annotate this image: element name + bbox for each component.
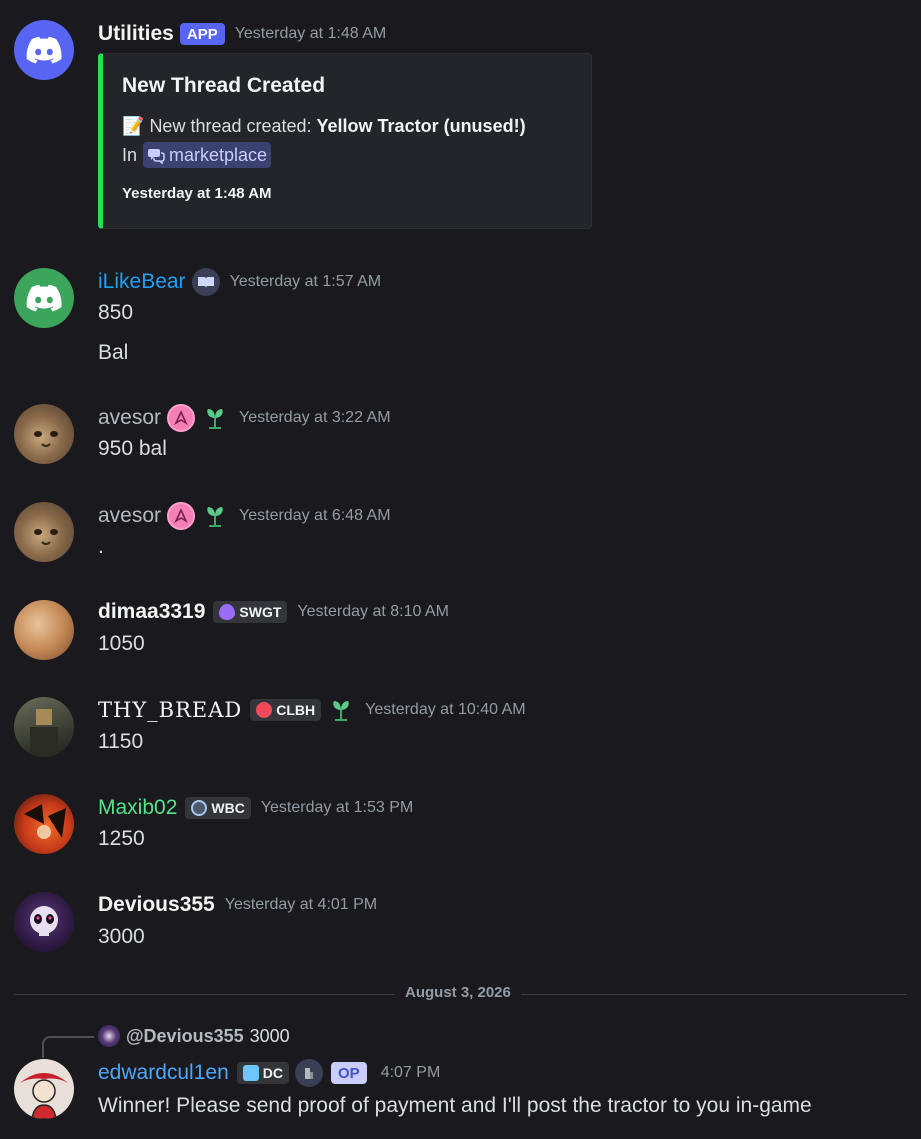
guild-tag[interactable]: SWGT	[213, 601, 288, 623]
moon-icon	[191, 800, 208, 816]
forum-channel-icon	[148, 149, 165, 164]
embed-description: 📝 New thread created: Yellow Tractor (un…	[122, 116, 526, 137]
message-text: .	[98, 535, 104, 558]
message-header: THY_BREAD CLBH Yesterday at 10:40 AM	[98, 696, 526, 724]
avatar[interactable]	[14, 794, 74, 854]
plant-role-icon	[327, 696, 355, 724]
reply-username[interactable]: @Devious355	[126, 1026, 244, 1047]
username[interactable]: dimaa3319	[98, 600, 205, 624]
reply-connector	[42, 1036, 94, 1058]
message-header: Maxib02 WBC Yesterday at 1:53 PM	[98, 794, 413, 822]
date-divider-label: August 3, 2026	[395, 984, 521, 1001]
app-badge: APP	[179, 23, 225, 45]
message-header: avesor Yesterday at 6:48 AM	[98, 502, 391, 530]
anime-avatar-icon	[24, 804, 66, 839]
boost-role-icon	[167, 502, 196, 530]
message-text: Winner! Please send proof of payment and…	[98, 1094, 812, 1117]
username[interactable]: Utilities	[98, 22, 174, 46]
message-text: 1150	[98, 730, 144, 753]
message-header: Utilities APP Yesterday at 1:48 AM	[98, 20, 386, 48]
reply-avatar	[98, 1025, 120, 1047]
username[interactable]: avesor	[98, 504, 161, 528]
thread-name: Yellow Tractor (unused!)	[316, 116, 526, 136]
message-text: 1250	[98, 827, 145, 850]
message-header: dimaa3319 SWGT Yesterday at 8:10 AM	[98, 598, 449, 626]
guild-tag-label: SWGT	[239, 604, 282, 620]
flame-icon	[219, 604, 236, 620]
discord-logo-icon	[26, 284, 62, 312]
memo-emoji-icon: 📝	[122, 116, 145, 136]
drawn-person-avatar-icon	[20, 1073, 68, 1119]
avatar[interactable]	[14, 502, 74, 562]
message-header: avesor Yesterday at 3:22 AM	[98, 404, 391, 432]
avatar[interactable]	[14, 1059, 74, 1119]
username[interactable]: Devious355	[98, 893, 215, 917]
book-role-icon	[191, 268, 220, 296]
embed-channel-line: In marketplace	[122, 142, 272, 168]
avatar[interactable]	[14, 268, 74, 328]
discord-logo-icon	[26, 36, 62, 64]
timestamp[interactable]: 4:07 PM	[381, 1064, 441, 1082]
heart-icon	[242, 1065, 259, 1081]
embed-footer: Yesterday at 1:48 AM	[122, 185, 272, 202]
person-avatar-icon	[30, 709, 58, 757]
username[interactable]: edwardcul1en	[98, 1061, 229, 1085]
avatar[interactable]	[14, 20, 74, 80]
message-text: 950 bal	[98, 437, 167, 460]
skull-icon	[256, 702, 273, 718]
message-line: 850	[98, 301, 134, 324]
avatar[interactable]	[14, 404, 74, 464]
plant-role-icon	[201, 502, 229, 530]
avatar[interactable]	[14, 697, 74, 757]
boost-role-icon	[167, 404, 196, 432]
username[interactable]: Maxib02	[98, 796, 177, 820]
ghost-avatar-icon	[30, 906, 58, 936]
embed-prefix: New thread created:	[149, 116, 317, 136]
thread-created-embed: New Thread Created 📝 New thread created:…	[98, 53, 592, 229]
message-text: 3000	[98, 925, 145, 948]
timestamp[interactable]: Yesterday at 8:10 AM	[297, 603, 449, 621]
message-header: iLikeBear Yesterday at 1:57 AM	[98, 268, 381, 296]
guild-tag-label: CLBH	[276, 702, 316, 718]
timestamp[interactable]: Yesterday at 1:57 AM	[230, 273, 382, 291]
guild-tag[interactable]: WBC	[185, 797, 251, 819]
embed-title: New Thread Created	[122, 74, 326, 97]
timestamp[interactable]: Yesterday at 4:01 PM	[225, 896, 377, 914]
timestamp[interactable]: Yesterday at 1:53 PM	[261, 799, 413, 817]
message-text: 1050	[98, 632, 145, 655]
message-header: Devious355 Yesterday at 4:01 PM	[98, 891, 377, 919]
cat-avatar-icon	[34, 431, 58, 447]
username[interactable]: iLikeBear	[98, 270, 186, 294]
guild-tag[interactable]: DC	[236, 1062, 289, 1084]
building-role-icon	[295, 1059, 323, 1087]
in-label: In	[122, 144, 138, 165]
cat-avatar-icon	[34, 529, 58, 545]
username[interactable]: THY_BREAD	[98, 698, 242, 722]
username[interactable]: avesor	[98, 406, 161, 430]
reply-text: 3000	[249, 1025, 290, 1046]
reply-preview[interactable]: @Devious355 3000	[98, 1024, 290, 1048]
avatar[interactable]	[14, 892, 74, 952]
guild-tag[interactable]: CLBH	[250, 699, 322, 721]
timestamp[interactable]: Yesterday at 1:48 AM	[235, 25, 387, 43]
avatar[interactable]	[14, 600, 74, 660]
plant-role-icon	[201, 404, 229, 432]
channel-name: marketplace	[169, 144, 268, 165]
message-line: Bal	[98, 341, 129, 364]
op-badge: OP	[331, 1062, 367, 1084]
timestamp[interactable]: Yesterday at 3:22 AM	[239, 409, 391, 427]
timestamp[interactable]: Yesterday at 6:48 AM	[239, 507, 391, 525]
guild-tag-label: WBC	[211, 800, 245, 816]
guild-tag-label: DC	[262, 1065, 283, 1081]
message-header: edwardcul1en DC OP 4:07 PM	[98, 1059, 440, 1087]
timestamp[interactable]: Yesterday at 10:40 AM	[365, 701, 525, 719]
channel-mention[interactable]: marketplace	[143, 142, 272, 168]
